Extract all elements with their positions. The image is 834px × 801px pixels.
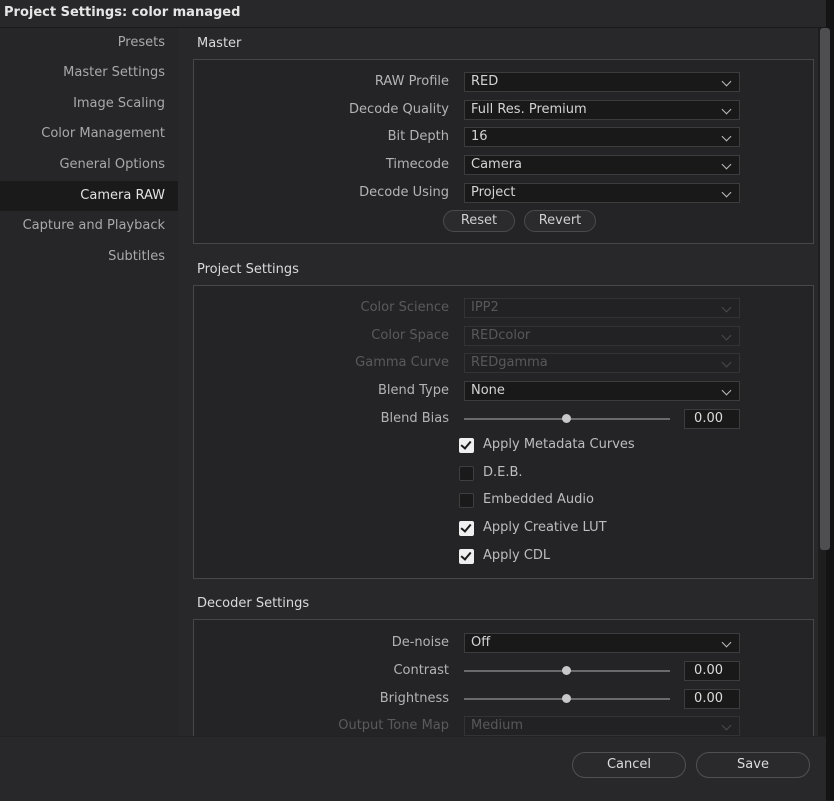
deb-label: D.E.B. — [483, 465, 523, 480]
brightness-slider[interactable] — [464, 694, 670, 703]
timecode-dropdown[interactable]: Camera — [464, 155, 740, 175]
color-science-dropdown: IPP2 — [464, 298, 740, 318]
sidebar-item-camera-raw[interactable]: Camera RAW — [0, 181, 178, 211]
bit-depth-value: 16 — [471, 129, 488, 144]
checkbox-checked-icon[interactable] — [459, 521, 474, 536]
decode-using-dropdown[interactable]: Project — [464, 183, 740, 203]
sidebar-item-subtitles[interactable]: Subtitles — [0, 242, 178, 272]
checkbox-unchecked-icon[interactable] — [459, 466, 474, 481]
reset-button[interactable]: Reset — [443, 210, 515, 232]
decoder-settings-section-title: Decoder Settings — [197, 596, 310, 611]
window-title: Project Settings: color managed — [4, 5, 241, 20]
color-science-value: IPP2 — [471, 300, 499, 315]
brightness-label: Brightness — [379, 691, 449, 706]
denoise-value: Off — [471, 635, 491, 650]
chevron-down-icon — [721, 357, 732, 368]
contrast-slider[interactable] — [464, 666, 670, 675]
timecode-value: Camera — [471, 157, 523, 172]
revert-button[interactable]: Revert — [524, 210, 596, 232]
chevron-down-icon — [721, 385, 732, 396]
brightness-input[interactable]: 0.00 — [684, 689, 740, 709]
apply-metadata-curves-label: Apply Metadata Curves — [483, 437, 635, 452]
sidebar-item-presets[interactable]: Presets — [0, 28, 178, 58]
chevron-down-icon — [721, 76, 732, 87]
sidebar-item-master-settings[interactable]: Master Settings — [0, 58, 178, 88]
cancel-button[interactable]: Cancel — [572, 752, 686, 778]
sidebar-item-capture-and-playback[interactable]: Capture and Playback — [0, 211, 178, 241]
chevron-down-icon — [721, 302, 732, 313]
output-tone-map-value: Medium — [471, 718, 523, 733]
chevron-down-icon — [721, 104, 732, 115]
decode-using-label: Decode Using — [359, 185, 449, 200]
apply-cdl-label: Apply CDL — [483, 548, 551, 563]
output-tone-map-dropdown: Medium — [464, 716, 740, 736]
blend-type-value: None — [471, 383, 505, 398]
gamma-curve-value: REDgamma — [471, 355, 548, 370]
slider-handle[interactable] — [562, 666, 571, 675]
title-bar: Project Settings: color managed — [0, 0, 826, 28]
embedded-audio-label: Embedded Audio — [483, 492, 594, 507]
decoder-settings-panel: De-noise Off Contrast 0.00 Brightness 0.… — [193, 619, 814, 736]
settings-content: Master RAW Profile RED Decode Quality Fu… — [178, 28, 818, 736]
chevron-down-icon — [721, 131, 732, 142]
master-section-title: Master — [197, 36, 242, 51]
contrast-label: Contrast — [393, 663, 449, 678]
raw-profile-label: RAW Profile — [374, 74, 449, 89]
chevron-down-icon — [721, 637, 732, 648]
sidebar-item-color-management[interactable]: Color Management — [0, 119, 178, 149]
checkbox-unchecked-icon[interactable] — [459, 493, 474, 508]
project-settings-panel: Color Science IPP2 Color Space REDcolor … — [193, 285, 814, 579]
project-settings-section-title: Project Settings — [197, 262, 299, 277]
gamma-curve-label: Gamma Curve — [355, 355, 449, 370]
color-science-label: Color Science — [360, 300, 449, 315]
blend-bias-slider[interactable] — [464, 414, 670, 423]
color-space-label: Color Space — [371, 328, 449, 343]
blend-type-label: Blend Type — [377, 383, 449, 398]
timecode-label: Timecode — [385, 157, 449, 172]
decode-quality-label: Decode Quality — [349, 102, 449, 117]
slider-handle[interactable] — [562, 414, 571, 423]
checkbox-checked-icon[interactable] — [459, 549, 474, 564]
color-space-value: REDcolor — [471, 328, 531, 343]
checkbox-checked-icon[interactable] — [459, 438, 474, 453]
denoise-dropdown[interactable]: Off — [464, 633, 740, 653]
master-panel: RAW Profile RED Decode Quality Full Res.… — [193, 59, 814, 244]
bit-depth-label: Bit Depth — [387, 129, 449, 144]
decode-quality-dropdown[interactable]: Full Res. Premium — [464, 100, 740, 120]
blend-bias-label: Blend Bias — [380, 411, 449, 426]
gamma-curve-dropdown: REDgamma — [464, 353, 740, 373]
dialog-footer: Cancel Save — [0, 736, 826, 801]
raw-profile-dropdown[interactable]: RED — [464, 72, 740, 92]
save-button[interactable]: Save — [696, 752, 810, 778]
denoise-label: De-noise — [391, 635, 449, 650]
raw-profile-value: RED — [471, 74, 499, 89]
bit-depth-dropdown[interactable]: 16 — [464, 127, 740, 147]
color-space-dropdown: REDcolor — [464, 326, 740, 346]
chevron-down-icon — [721, 330, 732, 341]
sidebar-item-image-scaling[interactable]: Image Scaling — [0, 89, 178, 119]
settings-sidebar: Presets Master Settings Image Scaling Co… — [0, 28, 178, 736]
contrast-input[interactable]: 0.00 — [684, 661, 740, 681]
decode-quality-value: Full Res. Premium — [471, 102, 587, 117]
chevron-down-icon — [721, 187, 732, 198]
sidebar-item-general-options[interactable]: General Options — [0, 150, 178, 180]
apply-creative-lut-label: Apply Creative LUT — [483, 520, 607, 535]
vertical-scrollbar[interactable] — [820, 28, 830, 550]
chevron-down-icon — [721, 720, 732, 731]
decode-using-value: Project — [471, 185, 516, 200]
blend-bias-input[interactable]: 0.00 — [684, 409, 740, 429]
slider-handle[interactable] — [562, 694, 571, 703]
chevron-down-icon — [721, 159, 732, 170]
blend-type-dropdown[interactable]: None — [464, 381, 740, 401]
output-tone-map-label: Output Tone Map — [338, 718, 449, 733]
